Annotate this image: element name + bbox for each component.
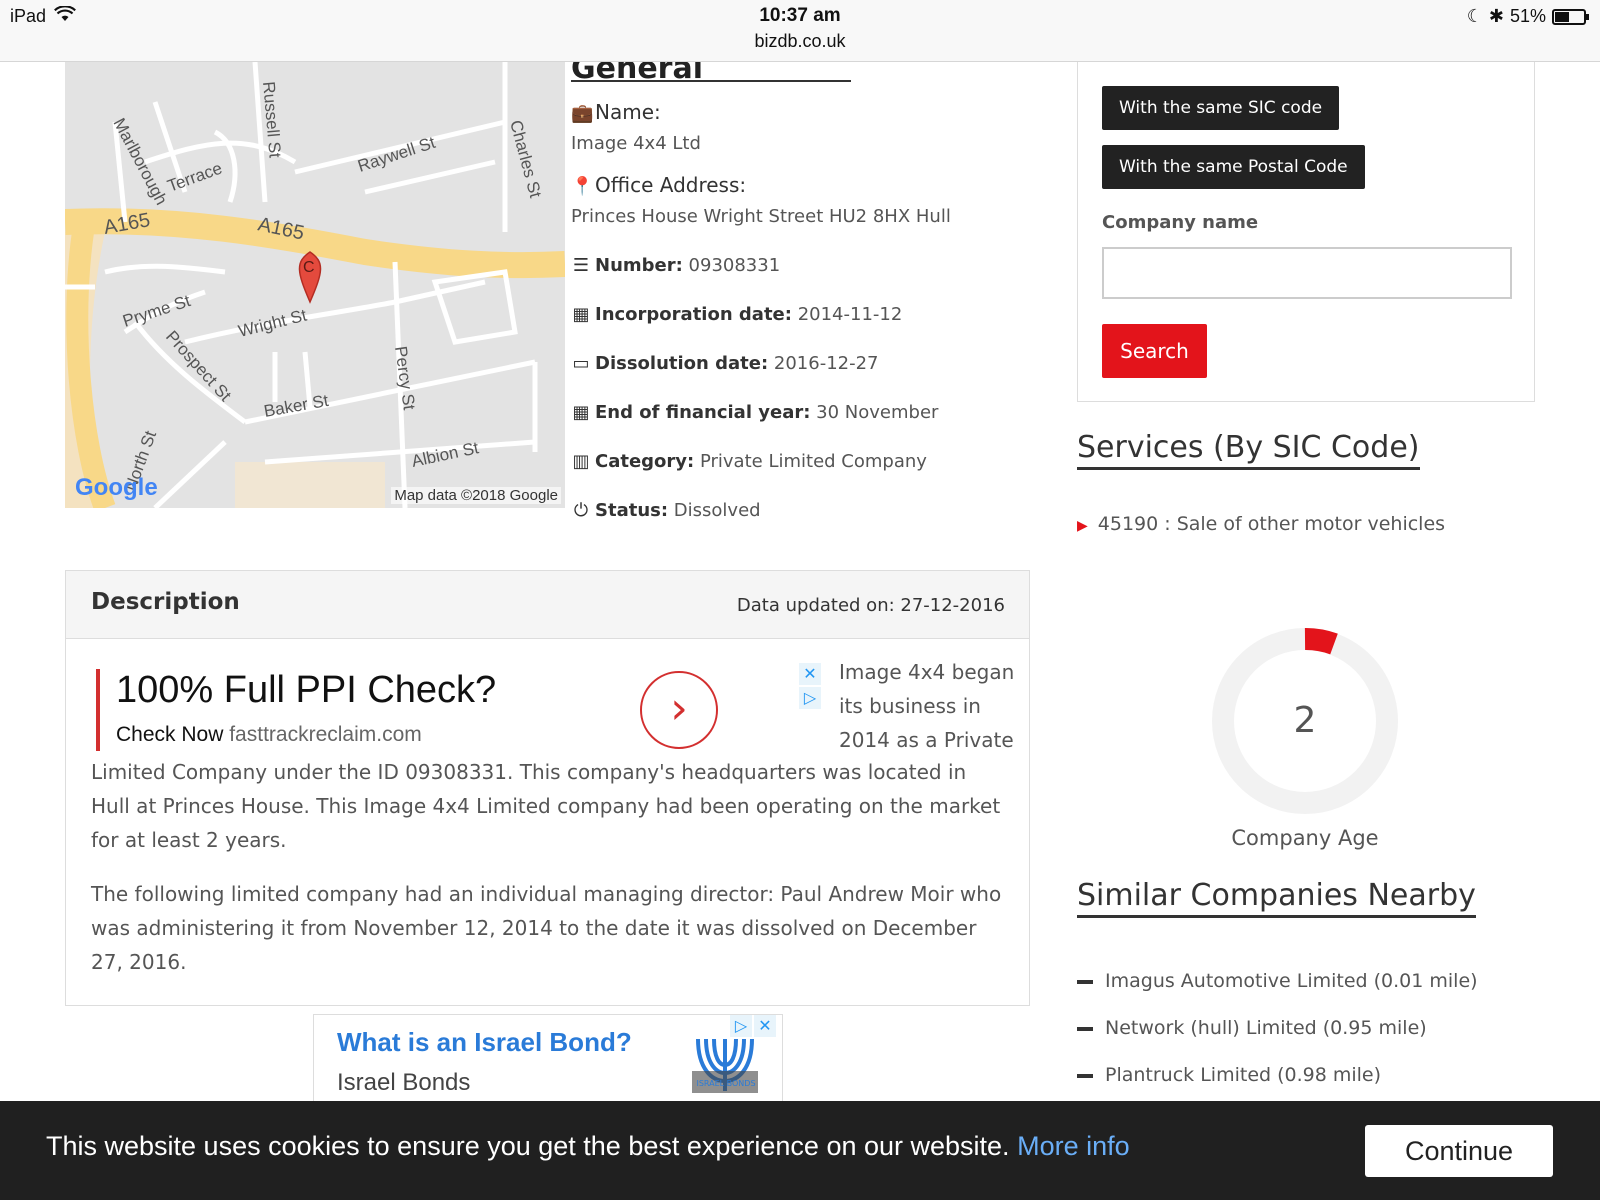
briefcase-icon: 💼 xyxy=(571,103,594,124)
map-marker-label: C xyxy=(303,259,315,276)
ppi-ad-cta[interactable]: Check Now xyxy=(116,723,223,746)
more-info-link[interactable]: More info xyxy=(1017,1131,1130,1161)
calendar-icon: ▦ xyxy=(572,402,590,423)
category-label: Category: xyxy=(595,451,695,472)
google-logo: Google xyxy=(75,474,158,501)
name-field: 💼Name: xyxy=(571,100,661,124)
calendar-icon: ▦ xyxy=(572,304,590,325)
ppi-ad-subline[interactable]: Check Now fasttrackreclaim.com xyxy=(116,723,422,747)
status-value: Dissolved xyxy=(673,500,761,521)
ppi-ad-title[interactable]: 100% Full PPI Check? xyxy=(116,669,496,712)
description-paragraph-1: Limited Company under the ID 09308331. T… xyxy=(91,760,1001,852)
adchoices-icon[interactable]: ▷ xyxy=(799,687,821,709)
similar-company-link[interactable]: Imagus Automotive Limited (0.01 mile) xyxy=(1105,970,1478,992)
battery-percent: 51% xyxy=(1509,6,1546,26)
number-label: Number: xyxy=(595,255,683,276)
ad-close-icon[interactable]: ✕ xyxy=(799,663,821,685)
chevron-right-icon[interactable]: › xyxy=(640,671,718,749)
same-postal-button[interactable]: With the same Postal Code xyxy=(1102,145,1365,189)
ppi-ad[interactable]: 100% Full PPI Check? Check Now fasttrack… xyxy=(96,669,718,751)
address-label: Office Address: xyxy=(595,173,747,197)
number-field: ☰ Number: 09308331 xyxy=(571,255,780,276)
dash-icon xyxy=(1077,1026,1093,1031)
similar-company-link[interactable]: Network (hull) Limited (0.95 mile) xyxy=(1105,1017,1427,1039)
adchoices-icon[interactable]: ▷ xyxy=(730,1015,752,1037)
description-title: Description xyxy=(91,589,240,615)
status-field: ⏻ Status: Dissolved xyxy=(571,500,761,521)
description-header: Description Data updated on: 27-12-2016 xyxy=(66,571,1029,639)
power-icon: ⏻ xyxy=(573,500,589,521)
map-graphic: Raywell St Russell St Marlborough Terrac… xyxy=(65,62,565,508)
bluetooth-icon: ✱ xyxy=(1488,6,1504,26)
status-right: ☾ ✱ 51% xyxy=(1466,6,1589,27)
map-pin-icon: 📍 xyxy=(571,176,594,197)
cookie-message: This website uses cookies to ensure you … xyxy=(46,1131,1130,1162)
ios-status-bar: iPad 10:37 am bizdb.co.uk ☾ ✱ 51% xyxy=(0,0,1600,62)
caret-right-icon: ▶ xyxy=(1077,518,1088,534)
similar-company-link[interactable]: Plantruck Limited (0.98 mile) xyxy=(1105,1064,1381,1086)
ad-close-icon[interactable]: ✕ xyxy=(754,1015,776,1037)
search-card: With the same SIC code With the same Pos… xyxy=(1077,62,1535,402)
list-item[interactable]: Network (hull) Limited (0.95 mile) xyxy=(1077,1017,1427,1039)
sic-item-label[interactable]: 45190 : Sale of other motor vehicles xyxy=(1098,513,1445,535)
company-age-value: 2 xyxy=(1293,700,1317,741)
fin-year-field: ▦ End of financial year: 30 November xyxy=(571,402,938,423)
battery-icon xyxy=(1552,8,1589,25)
company-age-label: Company Age xyxy=(1231,826,1379,850)
dissolution-field: ▭ Dissolution date: 2016-12-27 xyxy=(571,353,879,374)
moon-icon: ☾ xyxy=(1466,6,1483,26)
cookie-banner: This website uses cookies to ensure you … xyxy=(0,1101,1600,1200)
israel-bonds-ad-title[interactable]: What is an Israel Bond? xyxy=(337,1027,632,1058)
cookie-text: This website uses cookies to ensure you … xyxy=(46,1131,1010,1161)
building-icon: ▥ xyxy=(572,451,590,472)
url-bar[interactable]: bizdb.co.uk xyxy=(0,31,1600,52)
name-value: Image 4x4 Ltd xyxy=(571,133,701,154)
status-label: Status: xyxy=(595,500,669,521)
similar-companies-heading: Similar Companies Nearby xyxy=(1077,878,1476,918)
fin-year-label: End of financial year: xyxy=(595,402,811,423)
ppi-ad-domain[interactable]: fasttrackreclaim.com xyxy=(229,723,422,746)
list-item[interactable]: Plantruck Limited (0.98 mile) xyxy=(1077,1064,1381,1086)
number-value: 09308331 xyxy=(688,255,781,276)
continue-button[interactable]: Continue xyxy=(1365,1125,1553,1177)
list-icon: ☰ xyxy=(572,255,590,276)
same-sic-button[interactable]: With the same SIC code xyxy=(1102,86,1340,130)
dash-icon xyxy=(1077,1073,1093,1078)
category-field: ▥ Category: Private Limited Company xyxy=(571,451,927,472)
description-card: Description Data updated on: 27-12-2016 … xyxy=(65,570,1030,1006)
incorporation-label: Incorporation date: xyxy=(595,304,792,325)
battery-fill xyxy=(1555,11,1569,22)
name-label: Name: xyxy=(595,100,661,124)
location-map[interactable]: Raywell St Russell St Marlborough Terrac… xyxy=(65,62,565,508)
sic-item[interactable]: ▶ 45190 : Sale of other motor vehicles xyxy=(1077,513,1445,535)
services-heading: Services (By SIC Code) xyxy=(1077,430,1420,470)
search-button[interactable]: Search xyxy=(1102,324,1207,378)
calendar-empty-icon: ▭ xyxy=(572,353,590,374)
description-paragraph-2: The following limited company had an ind… xyxy=(91,882,1002,974)
israel-bonds-ad[interactable]: What is an Israel Bond? Israel Bonds ISR… xyxy=(313,1014,783,1104)
data-updated: Data updated on: 27-12-2016 xyxy=(736,595,1005,616)
incorporation-field: ▦ Incorporation date: 2014-11-12 xyxy=(571,304,902,325)
israel-bonds-ad-subtitle[interactable]: Israel Bonds xyxy=(337,1069,470,1097)
company-name-label: Company name xyxy=(1102,212,1259,233)
category-value: Private Limited Company xyxy=(699,451,927,472)
israel-bonds-logo-text: ISRAEL BONDS xyxy=(696,1079,756,1088)
incorporation-value: 2014-11-12 xyxy=(797,304,903,325)
dash-icon xyxy=(1077,979,1093,984)
fin-year-value: 30 November xyxy=(816,402,939,423)
map-attribution[interactable]: Map data ©2018 Google xyxy=(391,487,561,504)
dissolution-value: 2016-12-27 xyxy=(773,353,879,374)
description-text-top: Image 4x4 began its business in 2014 as … xyxy=(839,660,1015,752)
list-item[interactable]: Imagus Automotive Limited (0.01 mile) xyxy=(1077,970,1478,992)
address-value: Princes House Wright Street HU2 8HX Hull xyxy=(571,206,951,227)
company-name-input[interactable] xyxy=(1102,247,1512,299)
clock: 10:37 am xyxy=(759,5,841,26)
address-field: 📍Office Address: xyxy=(571,173,746,197)
dissolution-label: Dissolution date: xyxy=(595,353,769,374)
